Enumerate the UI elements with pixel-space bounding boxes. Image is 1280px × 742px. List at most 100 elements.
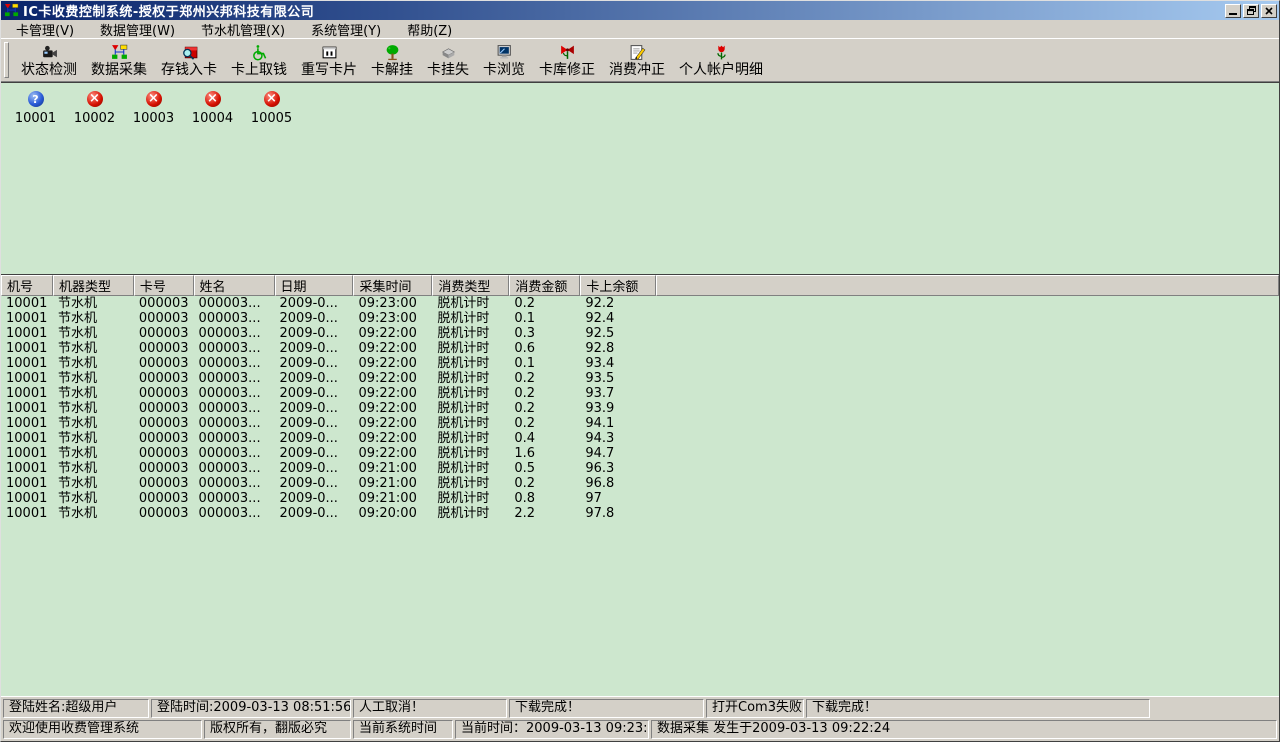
cell-machine-no: 10001: [1, 506, 53, 521]
cell-consume-type: 脱机计时: [432, 461, 509, 476]
cell-collect-time: 09:22:00: [353, 341, 432, 356]
cell-card-no: 000003: [134, 416, 194, 431]
device-id-label: 10002: [74, 111, 115, 126]
column-header[interactable]: 消费类型: [432, 275, 509, 296]
cell-collect-time: 09:23:00: [353, 296, 432, 311]
status-check-button[interactable]: 状态检测: [14, 40, 84, 80]
table-row[interactable]: 10001 节水机 000003 000003... 2009-0... 09:…: [1, 431, 1279, 446]
cell-card-no: 000003: [134, 476, 194, 491]
cell-date: 2009-0...: [275, 296, 354, 311]
reverse-consume-button[interactable]: 消费冲正: [602, 40, 672, 80]
device-item[interactable]: 10003: [124, 91, 183, 126]
cell-filler: [656, 326, 1279, 341]
cell-collect-time: 09:22:00: [353, 326, 432, 341]
report-loss-button[interactable]: 卡挂失: [420, 40, 476, 80]
withdraw-button[interactable]: 卡上取钱: [224, 40, 294, 80]
column-header[interactable]: 姓名: [194, 275, 275, 296]
cell-machine-no: 10001: [1, 311, 53, 326]
cell-date: 2009-0...: [275, 506, 354, 521]
menu-item[interactable]: 帮助(Z): [400, 19, 459, 40]
device-item[interactable]: 10001: [6, 91, 65, 126]
cell-machine-no: 10001: [1, 356, 53, 371]
card-loss-icon: [440, 44, 457, 61]
app-window: IC卡收费控制系统-授权于郑州兴邦科技有限公司 卡管理(V) 数据管理(W) 节…: [0, 0, 1280, 742]
consumption-records-list: 机号 机器类型 卡号 姓名 日期 采集时间 消费类型 消费金额: [1, 274, 1279, 696]
deposit-button[interactable]: 存钱入卡: [154, 40, 224, 80]
data-collect-button[interactable]: 数据采集: [84, 40, 154, 80]
minimize-button[interactable]: [1225, 4, 1241, 18]
table-row[interactable]: 10001 节水机 000003 000003... 2009-0... 09:…: [1, 341, 1279, 356]
device-item[interactable]: 10005: [242, 91, 301, 126]
cell-consume-amount: 2.2: [509, 506, 580, 521]
table-row[interactable]: 10001 节水机 000003 000003... 2009-0... 09:…: [1, 311, 1279, 326]
table-row[interactable]: 10001 节水机 000003 000003... 2009-0... 09:…: [1, 506, 1279, 521]
table-row[interactable]: 10001 节水机 000003 000003... 2009-0... 09:…: [1, 416, 1279, 431]
table-row[interactable]: 10001 节水机 000003 000003... 2009-0... 09:…: [1, 356, 1279, 371]
cell-machine-no: 10001: [1, 386, 53, 401]
device-status-icon: [28, 91, 44, 107]
cell-filler: [656, 386, 1279, 401]
cell-date: 2009-0...: [275, 491, 354, 506]
flowchart-icon: [111, 44, 128, 61]
cell-machine-type: 节水机: [53, 416, 134, 431]
cell-consume-amount: 0.3: [509, 326, 580, 341]
cell-machine-type: 节水机: [53, 476, 134, 491]
cell-date: 2009-0...: [275, 371, 354, 386]
menu-item[interactable]: 系统管理(Y): [304, 19, 388, 40]
column-header[interactable]: 日期: [275, 275, 354, 296]
fix-card-db-button[interactable]: 卡库修正: [532, 40, 602, 80]
status-manual-cancel: 人工取消！: [353, 699, 507, 718]
menu-item[interactable]: 数据管理(W): [93, 19, 182, 40]
cell-name: 000003...: [194, 401, 275, 416]
cell-collect-time: 09:21:00: [353, 491, 432, 506]
column-header[interactable]: 采集时间: [353, 275, 432, 296]
column-header[interactable]: 机号: [1, 275, 53, 296]
table-row[interactable]: 10001 节水机 000003 000003... 2009-0... 09:…: [1, 446, 1279, 461]
menu-item[interactable]: 卡管理(V): [9, 19, 81, 40]
app-icon: [4, 3, 19, 18]
status-copyright: 版权所有，翻版必究: [204, 720, 351, 739]
table-row[interactable]: 10001 节水机 000003 000003... 2009-0... 09:…: [1, 296, 1279, 311]
column-header[interactable]: 卡号: [134, 275, 194, 296]
column-header[interactable]: 机器类型: [53, 275, 134, 296]
table-row[interactable]: 10001 节水机 000003 000003... 2009-0... 09:…: [1, 401, 1279, 416]
table-row[interactable]: 10001 节水机 000003 000003... 2009-0... 09:…: [1, 326, 1279, 341]
cell-machine-type: 节水机: [53, 386, 134, 401]
cell-name: 000003...: [194, 446, 275, 461]
cell-card-balance: 94.3: [580, 431, 656, 446]
cell-card-balance: 96.3: [580, 461, 656, 476]
cell-date: 2009-0...: [275, 401, 354, 416]
rewrite-card-button[interactable]: 重写卡片: [294, 40, 364, 80]
device-item[interactable]: 10002: [65, 91, 124, 126]
menu-item[interactable]: 节水机管理(X): [194, 19, 292, 40]
browse-cards-button[interactable]: 卡浏览: [476, 40, 532, 80]
device-id-label: 10005: [251, 111, 292, 126]
table-row[interactable]: 10001 节水机 000003 000003... 2009-0... 09:…: [1, 371, 1279, 386]
cell-collect-time: 09:22:00: [353, 401, 432, 416]
table-row[interactable]: 10001 节水机 000003 000003... 2009-0... 09:…: [1, 491, 1279, 506]
cell-machine-type: 节水机: [53, 401, 134, 416]
device-item[interactable]: 10004: [183, 91, 242, 126]
unfreeze-card-button[interactable]: 卡解挂: [364, 40, 420, 80]
personal-account-detail-button[interactable]: 个人帐户明细: [672, 40, 770, 80]
toolbar-grip-handle[interactable]: [4, 42, 9, 78]
table-row[interactable]: 10001 节水机 000003 000003... 2009-0... 09:…: [1, 476, 1279, 491]
cell-consume-amount: 1.6: [509, 446, 580, 461]
column-header[interactable]: 卡上余额: [580, 275, 656, 296]
cell-date: 2009-0...: [275, 356, 354, 371]
minimize-icon: [1229, 13, 1237, 15]
device-id-label: 10004: [192, 111, 233, 126]
column-header[interactable]: 消费金额: [509, 275, 580, 296]
cell-consume-amount: 0.2: [509, 416, 580, 431]
device-status-icon: [205, 91, 221, 107]
cell-machine-no: 10001: [1, 431, 53, 446]
table-row[interactable]: 10001 节水机 000003 000003... 2009-0... 09:…: [1, 386, 1279, 401]
table-row[interactable]: 10001 节水机 000003 000003... 2009-0... 09:…: [1, 461, 1279, 476]
status-row-1: 登陆姓名:超级用户 登陆时间:2009-03-13 08:51:56 人工取消！…: [3, 699, 1277, 718]
monitor-icon: [496, 44, 513, 61]
cell-machine-type: 节水机: [53, 446, 134, 461]
restore-button[interactable]: [1243, 4, 1259, 18]
statusbar: 登陆姓名:超级用户 登陆时间:2009-03-13 08:51:56 人工取消！…: [1, 696, 1279, 741]
close-button[interactable]: [1261, 4, 1277, 18]
tulip-icon: [713, 44, 730, 61]
